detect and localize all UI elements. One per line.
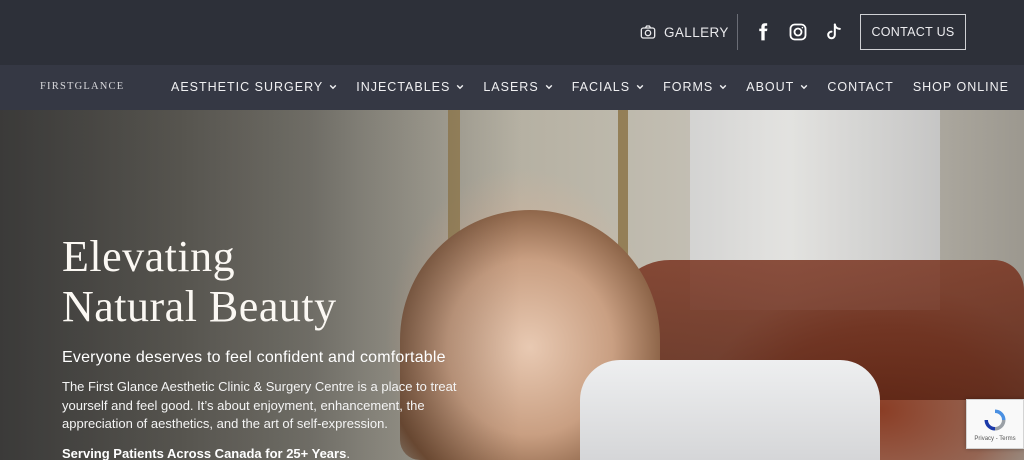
hero-heading-line-1: Elevating (62, 232, 236, 281)
top-bar: GALLERY CONTACT US (0, 0, 1024, 65)
nav-item-contact[interactable]: CONTACT (827, 80, 894, 94)
chevron-down-icon (801, 84, 808, 90)
gallery-label: GALLERY (664, 24, 729, 40)
nav-item-about[interactable]: ABOUT (746, 80, 808, 94)
chevron-down-icon (457, 84, 464, 90)
facebook-link[interactable] (752, 21, 774, 43)
hero-model-garment (580, 360, 880, 460)
tiktok-icon (827, 23, 841, 40)
nav-item-facials[interactable]: FACIALS (572, 80, 644, 94)
instagram-icon (789, 23, 807, 41)
recaptcha-badge[interactable]: Privacy - Terms (966, 399, 1024, 449)
nav-item-label: FORMS (663, 80, 714, 94)
serving-text: Serving Patients Across Canada for 25+ Y… (62, 446, 347, 460)
hero-serving-line: Serving Patients Across Canada for 25+ Y… (62, 446, 350, 460)
nav-item-label: INJECTABLES (356, 80, 451, 94)
chevron-down-icon (329, 84, 337, 90)
nav-item-label: LASERS (483, 80, 539, 94)
contact-us-button[interactable]: CONTACT US (860, 14, 966, 50)
hero-subheading: Everyone deserves to feel confident and … (62, 349, 446, 366)
hero-paragraph: The First Glance Aesthetic Clinic & Surg… (62, 379, 457, 431)
tiktok-link[interactable] (823, 21, 845, 43)
serving-suffix: . (346, 446, 350, 460)
nav-item-label: CONTACT (827, 80, 894, 94)
recaptcha-text: Privacy - Terms (974, 436, 1016, 442)
nav-item-shop-online[interactable]: SHOP ONLINE (913, 80, 1009, 94)
nav-item-aesthetic-surgery[interactable]: AESTHETIC SURGERY (171, 80, 337, 94)
hero-heading: Elevating Natural Beauty (62, 232, 337, 332)
nav-item-label: ABOUT (746, 80, 795, 94)
nav-item-label: SHOP ONLINE (912, 80, 1010, 94)
hero-heading-line-2: Natural Beauty (62, 282, 337, 331)
nav-item-injectables[interactable]: INJECTABLES (356, 80, 464, 94)
divider (737, 14, 738, 50)
chevron-down-icon (545, 84, 552, 90)
chevron-down-icon (719, 84, 727, 90)
site-logo[interactable]: FIRSTGLANCE (40, 81, 124, 92)
recaptcha-icon (984, 409, 1006, 431)
nav-item-label: FACIALS (571, 80, 631, 94)
chevron-down-icon (636, 84, 644, 90)
camera-icon (640, 25, 656, 39)
nav-item-lasers[interactable]: LASERS (483, 80, 552, 94)
nav-item-label: AESTHETIC SURGERY (171, 80, 324, 94)
gallery-link[interactable]: GALLERY (640, 21, 729, 43)
main-nav: FIRSTGLANCE AESTHETIC SURGERY INJECTABLE… (0, 65, 1024, 110)
nav-item-forms[interactable]: FORMS (663, 80, 727, 94)
nav-menu: AESTHETIC SURGERY INJECTABLES LASERS FAC… (171, 80, 1024, 94)
facebook-icon (759, 23, 768, 41)
instagram-link[interactable] (787, 21, 809, 43)
